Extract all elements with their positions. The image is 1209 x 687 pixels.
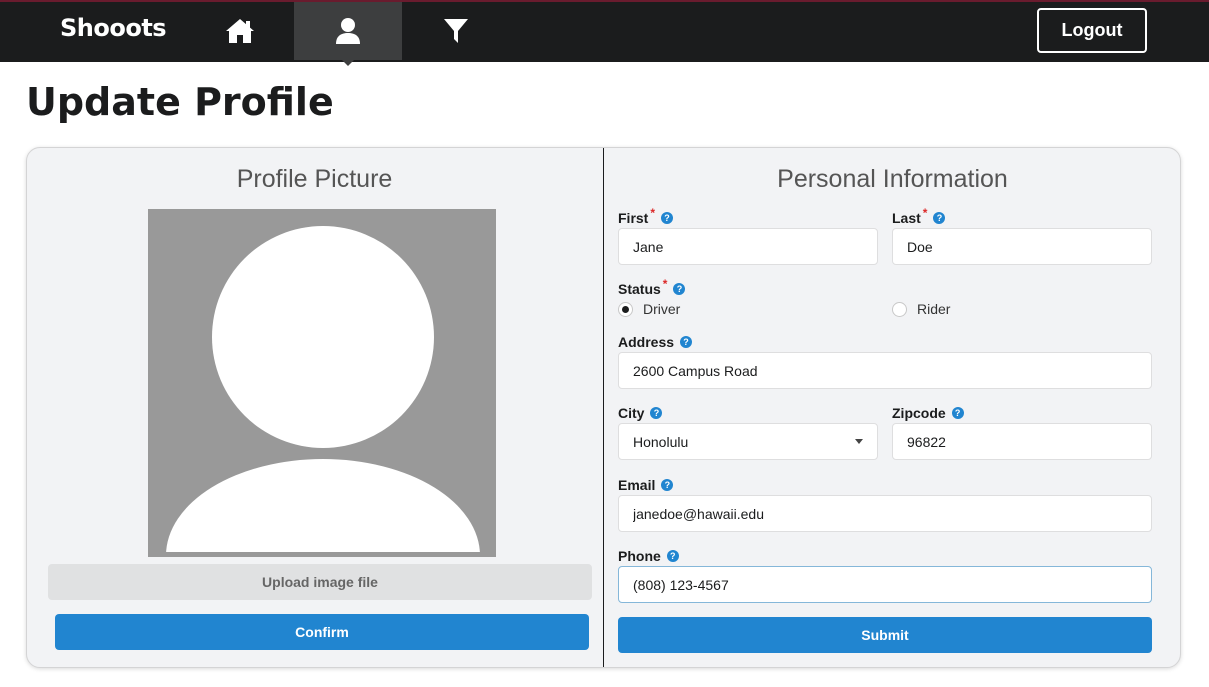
top-navbar: Shooots Logout bbox=[0, 0, 1209, 62]
help-icon[interactable]: ? bbox=[680, 336, 693, 348]
required-marker: * bbox=[650, 206, 656, 220]
active-nav-pointer bbox=[342, 60, 354, 66]
required-marker: * bbox=[662, 277, 668, 291]
submit-button[interactable]: Submit bbox=[618, 617, 1152, 653]
required-marker: * bbox=[922, 206, 928, 220]
help-icon[interactable]: ? bbox=[933, 212, 946, 224]
user-icon bbox=[336, 18, 360, 44]
profile-picture-heading: Profile Picture bbox=[236, 165, 393, 193]
city-select[interactable]: Honolulu bbox=[618, 423, 878, 460]
help-icon[interactable]: ? bbox=[661, 212, 674, 224]
help-icon[interactable]: ? bbox=[951, 407, 964, 419]
status-label: Status *? bbox=[618, 277, 686, 297]
first-name-label: First *? bbox=[618, 206, 674, 226]
upload-image-button[interactable]: Upload image file bbox=[48, 564, 592, 600]
last-name-label: Last *? bbox=[892, 206, 946, 226]
phone-input[interactable] bbox=[618, 566, 1152, 603]
help-icon[interactable]: ? bbox=[661, 479, 674, 491]
nav-filter[interactable] bbox=[428, 2, 484, 60]
page-title: Update Profile bbox=[26, 80, 334, 124]
personal-information-heading: Personal Information bbox=[777, 165, 1008, 193]
phone-label: Phone? bbox=[618, 548, 679, 564]
status-radio-rider[interactable]: Rider bbox=[892, 301, 950, 317]
email-input[interactable] bbox=[618, 495, 1152, 532]
home-icon bbox=[226, 19, 254, 43]
help-icon[interactable]: ? bbox=[666, 550, 679, 562]
avatar-placeholder bbox=[148, 209, 496, 557]
email-label: Email? bbox=[618, 477, 674, 493]
card-divider bbox=[603, 148, 604, 667]
nav-profile[interactable] bbox=[294, 2, 402, 60]
zipcode-input[interactable] bbox=[892, 423, 1152, 460]
logout-button[interactable]: Logout bbox=[1037, 8, 1147, 53]
filter-icon bbox=[444, 19, 468, 43]
city-label: City? bbox=[618, 405, 663, 421]
radio-unchecked-icon bbox=[892, 301, 907, 317]
status-radio-driver[interactable]: Driver bbox=[618, 301, 680, 317]
radio-checked-icon bbox=[618, 301, 633, 317]
help-icon[interactable]: ? bbox=[673, 283, 686, 295]
confirm-button[interactable]: Confirm bbox=[55, 614, 589, 650]
address-label: Address? bbox=[618, 334, 693, 350]
brand-logo[interactable]: Shooots bbox=[60, 14, 167, 42]
zipcode-label: Zipcode? bbox=[892, 405, 964, 421]
help-icon[interactable]: ? bbox=[650, 407, 663, 419]
first-name-input[interactable] bbox=[618, 228, 878, 265]
address-input[interactable] bbox=[618, 352, 1152, 389]
chevron-down-icon bbox=[855, 439, 863, 444]
last-name-input[interactable] bbox=[892, 228, 1152, 265]
nav-home[interactable] bbox=[212, 2, 268, 60]
